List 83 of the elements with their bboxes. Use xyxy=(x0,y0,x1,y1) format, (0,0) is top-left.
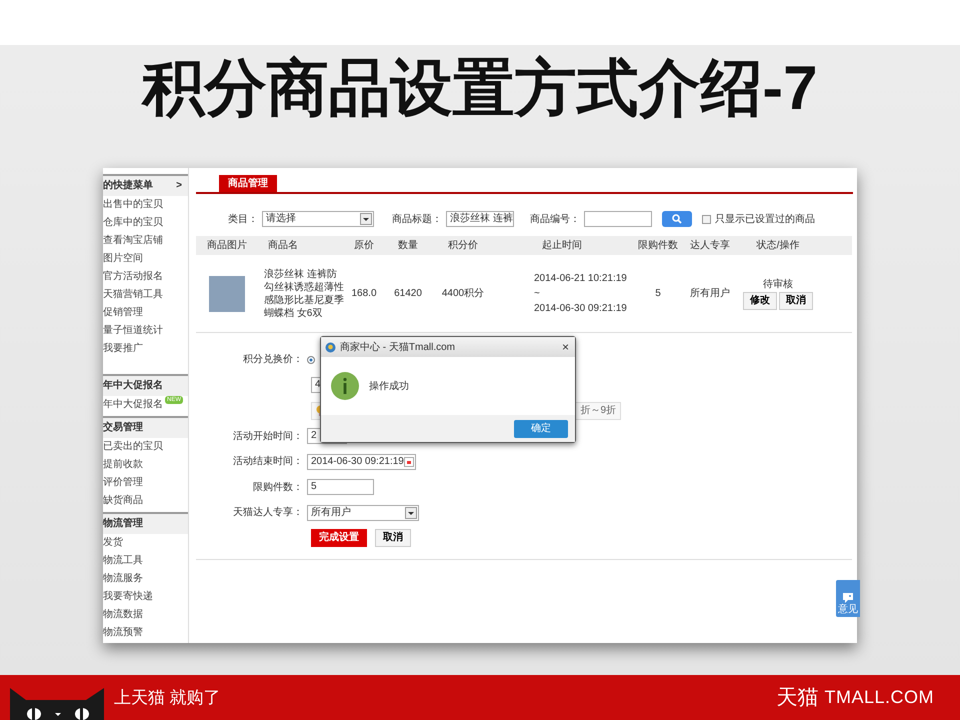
table-cell-text: 2014-06-21 10:21:19 xyxy=(534,272,628,286)
calendar-icon xyxy=(404,456,414,467)
sidebar-link[interactable]: 评价管理 xyxy=(103,477,143,488)
sidebar-link[interactable]: 天猫营销工具 xyxy=(103,289,163,300)
column-header: 数量 xyxy=(397,239,419,253)
table-cell-text: 所有用户 xyxy=(689,286,731,301)
chat-icon xyxy=(842,592,854,604)
table-cell-text: 5 xyxy=(654,287,662,301)
action-button[interactable]: 修改 xyxy=(743,292,777,310)
sidebar-link[interactable]: 官方活动报名 xyxy=(103,271,163,282)
photo-placeholder xyxy=(209,276,245,312)
sidebar-link[interactable]: 年中大促报名 xyxy=(103,399,163,410)
table-cell-text: 168.0 xyxy=(350,287,378,301)
vip-select[interactable]: 所有用户 xyxy=(307,504,419,521)
radio-button[interactable] xyxy=(307,356,315,364)
sidebar-link[interactable]: 量子恒道统计 xyxy=(103,325,163,336)
form-label: 活动结束时间： xyxy=(232,454,304,470)
sidebar-link[interactable]: 出售中的宝贝 xyxy=(103,199,163,210)
submit-button[interactable]: 完成设置 xyxy=(311,529,367,548)
search-button[interactable] xyxy=(662,211,692,227)
form-label: 活动开始时间： xyxy=(232,430,304,444)
checkbox[interactable] xyxy=(702,214,711,224)
column-header: 限购件数 xyxy=(637,239,679,253)
brand-text: 天猫 xyxy=(776,684,818,711)
sidebar-link[interactable]: 查看淘宝店铺 xyxy=(103,235,163,246)
status-text: 待审核 xyxy=(762,278,794,292)
checkbox-label: 只显示已设置过的商品 xyxy=(715,212,815,226)
sidebar-link[interactable]: 我要推广 xyxy=(103,343,143,354)
sidebar-link[interactable]: 发货 xyxy=(103,537,123,548)
tip-text: 折～9折 xyxy=(580,404,616,418)
action-button[interactable]: 取消 xyxy=(779,292,813,310)
domain-text: TMALL.COM xyxy=(824,686,934,709)
sidebar-link[interactable]: 提前收款 xyxy=(103,459,143,470)
caret-icon xyxy=(405,506,417,519)
caret-icon xyxy=(360,213,372,225)
dialog-message: 操作成功 xyxy=(369,380,409,394)
table-cell-text: 浪莎丝袜 连裤防勾丝袜诱惑超薄性感隐形比基尼夏季蝴蝶档 女6双 xyxy=(263,268,345,320)
column-header: 商品名 xyxy=(267,238,299,253)
field-label: 商品编号： xyxy=(530,212,580,226)
section-title: 的快捷菜单 xyxy=(103,178,153,193)
sidebar-link[interactable]: 促销管理 xyxy=(103,307,143,318)
search-icon xyxy=(672,214,682,224)
limit-field[interactable]: 5 xyxy=(307,479,374,496)
sidebar-link[interactable]: 图片空间 xyxy=(103,253,143,264)
column-header: 状态/操作 xyxy=(756,238,800,253)
sidebar-link[interactable]: 仓库中的宝贝 xyxy=(103,217,163,228)
sidebar-link[interactable]: 缺货商品 xyxy=(103,495,143,506)
category-select[interactable]: 请选择 xyxy=(262,211,374,227)
form-label: 天猫达人专享： xyxy=(232,506,304,520)
slogan-text: 上天猫 就购了 xyxy=(114,686,221,709)
close-button[interactable]: × xyxy=(562,338,569,356)
sidebar-link[interactable]: 物流数据 xyxy=(103,609,143,620)
table-cell-text: 2014-06-30 09:21:19 xyxy=(534,302,628,316)
form-label: 限购件数： xyxy=(252,480,304,495)
column-header: 积分价 xyxy=(447,239,479,253)
title-field[interactable]: 浪莎丝袜 连裤 xyxy=(446,211,514,227)
form-label: 积分兑换价： xyxy=(242,352,304,368)
globe-icon xyxy=(325,342,336,352)
cancel-button[interactable]: 取消 xyxy=(375,529,411,548)
column-header: 原价 xyxy=(353,239,375,253)
field-label: 商品标题： xyxy=(392,212,442,226)
column-header: 达人专享 xyxy=(689,238,731,253)
section-title: 年中大促报名 xyxy=(103,378,163,393)
field-label: 类目： xyxy=(228,212,258,226)
ok-button[interactable]: 确定 xyxy=(514,420,568,438)
dialog-title: 商家中心 - 天猫Tmall.com xyxy=(340,340,455,354)
table-cell-text: 4400积分 xyxy=(440,287,486,301)
section-title: 物流管理 xyxy=(103,516,143,531)
sidebar-link[interactable]: 物流预警 xyxy=(103,627,143,638)
table-cell-text: ~ xyxy=(534,287,541,301)
tab[interactable]: 商品管理 xyxy=(219,175,277,192)
sidebar-link[interactable]: 物流服务 xyxy=(103,573,143,584)
column-header: 起止时间 xyxy=(541,238,583,253)
table-cell-text: 61420 xyxy=(393,287,423,301)
sidebar-link[interactable]: 我要寄快递 xyxy=(103,591,153,602)
number-field[interactable] xyxy=(584,211,652,227)
info-icon xyxy=(331,372,359,400)
expand-arrow[interactable]: > xyxy=(176,176,182,196)
section-title: 交易管理 xyxy=(103,420,143,435)
sidebar-link[interactable]: 已卖出的宝贝 xyxy=(103,441,163,452)
sidebar-link[interactable]: 物流工具 xyxy=(103,555,143,566)
column-header: 商品图片 xyxy=(206,238,248,253)
end-time-field[interactable]: 2014-06-30 09:21:19 xyxy=(307,454,416,470)
